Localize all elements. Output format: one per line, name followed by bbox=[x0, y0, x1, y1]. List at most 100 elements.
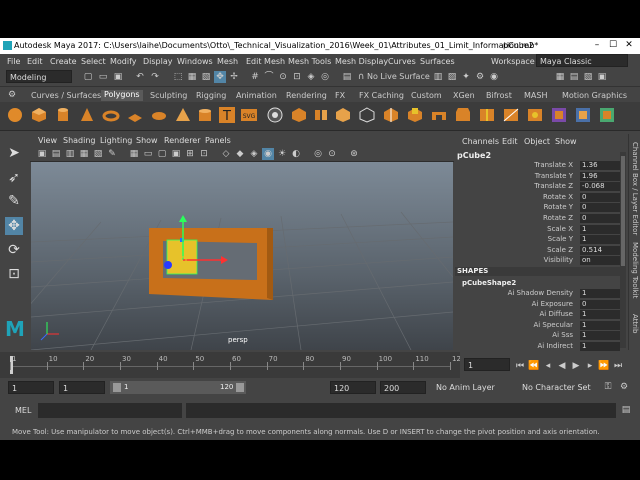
snap-grid-icon[interactable]: # bbox=[249, 71, 261, 83]
range-slider[interactable]: 1 120 bbox=[110, 381, 246, 394]
select-tool-icon[interactable]: ➤ bbox=[5, 144, 23, 162]
toggle-attribute-editor-icon[interactable]: ▤ bbox=[568, 71, 580, 83]
select-by-handle-icon[interactable]: ✥ bbox=[214, 71, 226, 83]
select-by-joint-icon[interactable]: ✢ bbox=[228, 71, 240, 83]
field-chart-icon[interactable]: ⊞ bbox=[184, 148, 196, 160]
channel-attr-value[interactable]: 0 bbox=[580, 203, 620, 213]
channel-attr-label[interactable]: Translate Z bbox=[455, 182, 573, 190]
bookmark-icon[interactable]: ▥ bbox=[64, 148, 76, 160]
auto-unwrap-icon[interactable] bbox=[574, 106, 592, 124]
poly-pipe-icon[interactable] bbox=[196, 106, 214, 124]
select-object-icon[interactable]: ▦ bbox=[186, 71, 198, 83]
snap-surface-icon[interactable]: ◈ bbox=[305, 71, 317, 83]
channel-attr-value[interactable]: 0 bbox=[580, 299, 620, 309]
channel-attr-label[interactable]: Visibility bbox=[455, 256, 573, 264]
channel-attr-value[interactable]: 1 bbox=[580, 289, 620, 298]
uv-planar-icon[interactable] bbox=[598, 106, 616, 124]
menu-select[interactable]: Select bbox=[81, 57, 106, 66]
channel-attr-label[interactable]: Scale Z bbox=[455, 246, 573, 254]
channel-box-scrollbar[interactable] bbox=[620, 152, 626, 348]
channel-menu-channels[interactable]: Channels bbox=[462, 137, 499, 146]
channel-attr-value[interactable]: 1.36 bbox=[580, 161, 620, 170]
poly-cube-icon[interactable] bbox=[30, 106, 48, 124]
go-to-end-icon[interactable]: ⏭ bbox=[612, 360, 624, 372]
isolate-select-icon[interactable]: ⊛ bbox=[348, 148, 360, 160]
shelf-tab-custom[interactable]: Custom bbox=[411, 91, 442, 100]
channel-attr-value[interactable]: 1 bbox=[580, 235, 620, 245]
time-slider[interactable]: 1 10 20 30 40 50 60 70 80 90 100 110 120 bbox=[0, 352, 465, 378]
viewport-menu-panels[interactable]: Panels bbox=[205, 136, 231, 145]
svg-tool-icon[interactable]: SVG bbox=[240, 106, 258, 124]
menu-create[interactable]: Create bbox=[50, 57, 77, 66]
camera-attributes-icon[interactable]: ▤ bbox=[50, 148, 62, 160]
channel-attr-label[interactable]: Ai Sss bbox=[455, 331, 573, 339]
smooth-icon[interactable] bbox=[334, 106, 352, 124]
channel-attr-label[interactable]: Rotate Z bbox=[455, 214, 573, 222]
go-to-start-icon[interactable]: ⏮ bbox=[514, 360, 526, 372]
perspective-viewport[interactable] bbox=[31, 162, 453, 350]
channel-attr-value[interactable]: on bbox=[580, 256, 620, 266]
channel-attr-label[interactable]: Ai Indirect bbox=[455, 342, 573, 350]
extrude-icon[interactable] bbox=[406, 106, 424, 124]
command-input[interactable] bbox=[38, 403, 182, 418]
anim-layer-dropdown[interactable]: No Anim Layer bbox=[436, 383, 495, 392]
viewport-menu-view[interactable]: View bbox=[38, 136, 57, 145]
step-back-frame-icon[interactable]: ◂ bbox=[542, 360, 554, 372]
shelf-settings-icon[interactable]: ⚙ bbox=[6, 89, 18, 101]
script-editor-icon[interactable]: ▤ bbox=[620, 404, 632, 416]
redo-icon[interactable]: ↷ bbox=[149, 71, 161, 83]
menu-windows[interactable]: Windows bbox=[177, 57, 213, 66]
2d-pan-zoom-icon[interactable]: ▧ bbox=[92, 148, 104, 160]
bevel-icon[interactable] bbox=[454, 106, 472, 124]
channel-attr-label[interactable]: Rotate Y bbox=[455, 203, 573, 211]
paint-select-tool-icon[interactable]: ✎ bbox=[5, 192, 23, 210]
snap-view-plane-icon[interactable]: ⊡ bbox=[291, 71, 303, 83]
side-tab-modeling-toolkit[interactable]: Modeling Toolkit bbox=[631, 242, 639, 298]
mirror-icon[interactable] bbox=[382, 106, 400, 124]
play-backwards-icon[interactable]: ◀ bbox=[556, 360, 568, 372]
channel-menu-show[interactable]: Show bbox=[555, 137, 577, 146]
shelf-tab-polygons[interactable]: Polygons bbox=[101, 90, 143, 101]
toggle-tool-settings-icon[interactable]: ▧ bbox=[582, 71, 594, 83]
channel-attr-label[interactable]: Scale Y bbox=[455, 235, 573, 243]
channel-menu-edit[interactable]: Edit bbox=[502, 137, 518, 146]
channel-object-name[interactable]: pCube2 bbox=[457, 151, 491, 160]
menu-display[interactable]: Display bbox=[143, 57, 173, 66]
smooth-shade-icon[interactable]: ◆ bbox=[234, 148, 246, 160]
channel-attr-label[interactable]: Translate X bbox=[455, 161, 573, 169]
animation-start-field[interactable]: 1 bbox=[8, 381, 54, 394]
channel-attr-label[interactable]: Ai Shadow Density bbox=[455, 289, 573, 297]
render-view-icon[interactable]: ▨ bbox=[446, 71, 458, 83]
wireframe-icon[interactable]: ◇ bbox=[220, 148, 232, 160]
channel-attr-value[interactable]: 1 bbox=[580, 310, 620, 320]
shelf-tab-rigging[interactable]: Rigging bbox=[196, 91, 226, 100]
step-back-key-icon[interactable]: ⏪ bbox=[528, 360, 540, 372]
use-all-lights-icon[interactable]: ☀ bbox=[276, 148, 288, 160]
channel-menu-object[interactable]: Object bbox=[524, 137, 550, 146]
open-scene-icon[interactable]: ▭ bbox=[97, 71, 109, 83]
animation-preferences-icon[interactable]: ⚙ bbox=[618, 381, 630, 393]
command-language-label[interactable]: MEL bbox=[15, 406, 31, 415]
channel-attr-value[interactable]: 1 bbox=[580, 224, 620, 234]
xray-joints-icon[interactable]: ⊙ bbox=[326, 148, 338, 160]
poly-torus-icon[interactable] bbox=[102, 106, 120, 124]
hypershade-icon[interactable]: ◉ bbox=[488, 71, 500, 83]
shelf-tab-fx[interactable]: FX bbox=[335, 91, 345, 100]
side-tab-channel-box[interactable]: Channel Box / Layer Editor bbox=[631, 142, 639, 235]
character-set-dropdown[interactable]: No Character Set bbox=[522, 383, 591, 392]
menu-edit[interactable]: Edit bbox=[27, 57, 43, 66]
render-settings-icon[interactable]: ⚙ bbox=[474, 71, 486, 83]
image-plane-icon[interactable]: ▦ bbox=[78, 148, 90, 160]
select-component-icon[interactable]: ▧ bbox=[200, 71, 212, 83]
textured-icon[interactable]: ◉ bbox=[262, 148, 274, 160]
viewport-menu-shading[interactable]: Shading bbox=[63, 136, 96, 145]
playback-start-field[interactable]: 1 bbox=[59, 381, 105, 394]
menu-mesh-tools[interactable]: Mesh Tools bbox=[288, 57, 331, 66]
playback-end-field[interactable]: 120 bbox=[330, 381, 376, 394]
menu-mesh[interactable]: Mesh bbox=[217, 57, 238, 66]
toggle-channel-box-icon[interactable]: ▣ bbox=[596, 71, 608, 83]
shape-node-name[interactable]: pCubeShape2 bbox=[462, 279, 516, 287]
xray-icon[interactable]: ◎ bbox=[312, 148, 324, 160]
magnet-icon[interactable]: ∩ bbox=[355, 71, 367, 83]
poly-cylinder-icon[interactable] bbox=[54, 106, 72, 124]
